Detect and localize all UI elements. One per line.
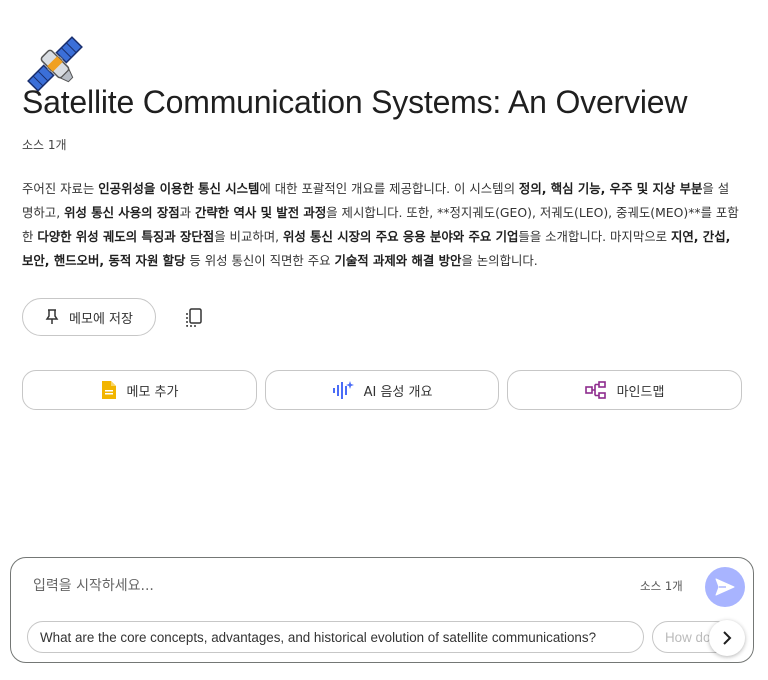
summary-bold-text: 위성 통신 사용의 장점 bbox=[64, 205, 180, 220]
summary-text: 주어진 자료는 bbox=[22, 181, 99, 196]
summary-bold-text: 인공위성을 이용한 통신 시스템 bbox=[98, 181, 260, 196]
audio-wave-icon bbox=[332, 381, 354, 399]
summary-text: 들을 소개합니다. 마지막으로 bbox=[518, 229, 671, 244]
chat-source-count: 소스 1개 bbox=[640, 579, 683, 593]
note-title: Satellite Communication Systems: An Over… bbox=[22, 84, 688, 120]
summary-bold-text: 위성 통신 시장의 주요 응용 분야와 주요 기업 bbox=[283, 229, 519, 244]
pin-icon bbox=[45, 309, 59, 324]
summary-bold-text: 간략한 역사 및 발전 과정 bbox=[194, 205, 327, 220]
mind-map-button[interactable]: 마인드맵 bbox=[507, 370, 742, 410]
save-to-memo-label: 메모에 저장 bbox=[69, 311, 133, 327]
add-memo-label: 메모 추가 bbox=[126, 384, 179, 400]
send-button[interactable] bbox=[705, 567, 745, 607]
send-icon bbox=[715, 578, 735, 596]
memo-doc-icon bbox=[101, 381, 116, 399]
summary-bold-text: 다양한 위성 궤도의 특징과 장단점 bbox=[37, 229, 215, 244]
summary-bold-text: 기술적 과제와 해결 방안 bbox=[334, 253, 462, 268]
chevron-right-icon bbox=[723, 631, 732, 645]
summary-text: 을 비교하며, bbox=[214, 229, 284, 244]
audio-overview-label: AI 음성 개요 bbox=[363, 384, 433, 400]
summary-text: 을 논의합니다. bbox=[461, 253, 538, 268]
next-suggestions-button[interactable] bbox=[709, 620, 745, 656]
mind-map-label: 마인드맵 bbox=[616, 384, 665, 400]
save-to-memo-button[interactable]: 메모에 저장 bbox=[22, 298, 156, 336]
add-memo-button[interactable]: 메모 추가 bbox=[22, 370, 257, 410]
copy-button[interactable] bbox=[180, 304, 208, 332]
mind-map-icon bbox=[584, 381, 606, 399]
summary-text: 등 위성 통신이 직면한 주요 bbox=[185, 253, 335, 268]
audio-overview-button[interactable]: AI 음성 개요 bbox=[265, 370, 499, 410]
summary-bold-text: 정의, 핵심 기능, 우주 및 지상 부분 bbox=[518, 181, 703, 196]
suggestion-chip[interactable]: What are the core concepts, advantages, … bbox=[27, 621, 644, 653]
summary-text: 에 대한 포괄적인 개요를 제공합니다. 이 시스템의 bbox=[259, 181, 519, 196]
source-count: 소스 1개 bbox=[22, 138, 67, 152]
note-summary: 주어진 자료는 인공위성을 이용한 통신 시스템에 대한 포괄적인 개요를 제공… bbox=[22, 177, 740, 273]
copy-icon bbox=[186, 308, 202, 327]
summary-text: 과 bbox=[179, 205, 195, 220]
chat-panel: 소스 1개 What are the core concepts, advant… bbox=[10, 557, 754, 663]
chat-input[interactable] bbox=[33, 574, 593, 598]
